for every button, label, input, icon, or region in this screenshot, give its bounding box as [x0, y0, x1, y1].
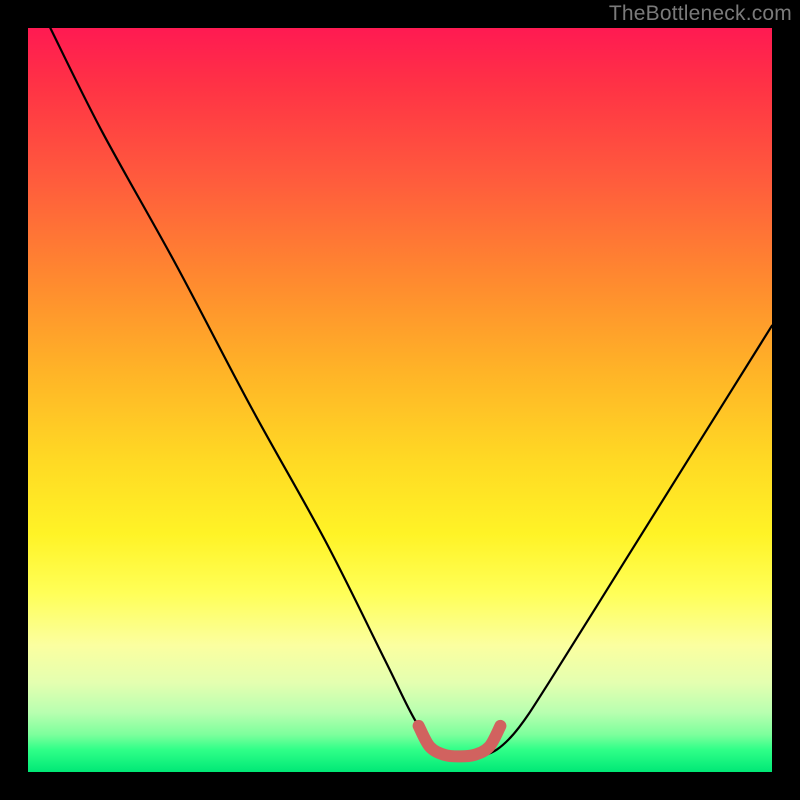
chart-frame: TheBottleneck.com — [0, 0, 800, 800]
valley-marker-path — [419, 726, 501, 757]
watermark-text: TheBottleneck.com — [609, 2, 792, 26]
plot-area — [28, 28, 772, 772]
chart-svg — [28, 28, 772, 772]
bottleneck-curve-path — [50, 28, 772, 758]
